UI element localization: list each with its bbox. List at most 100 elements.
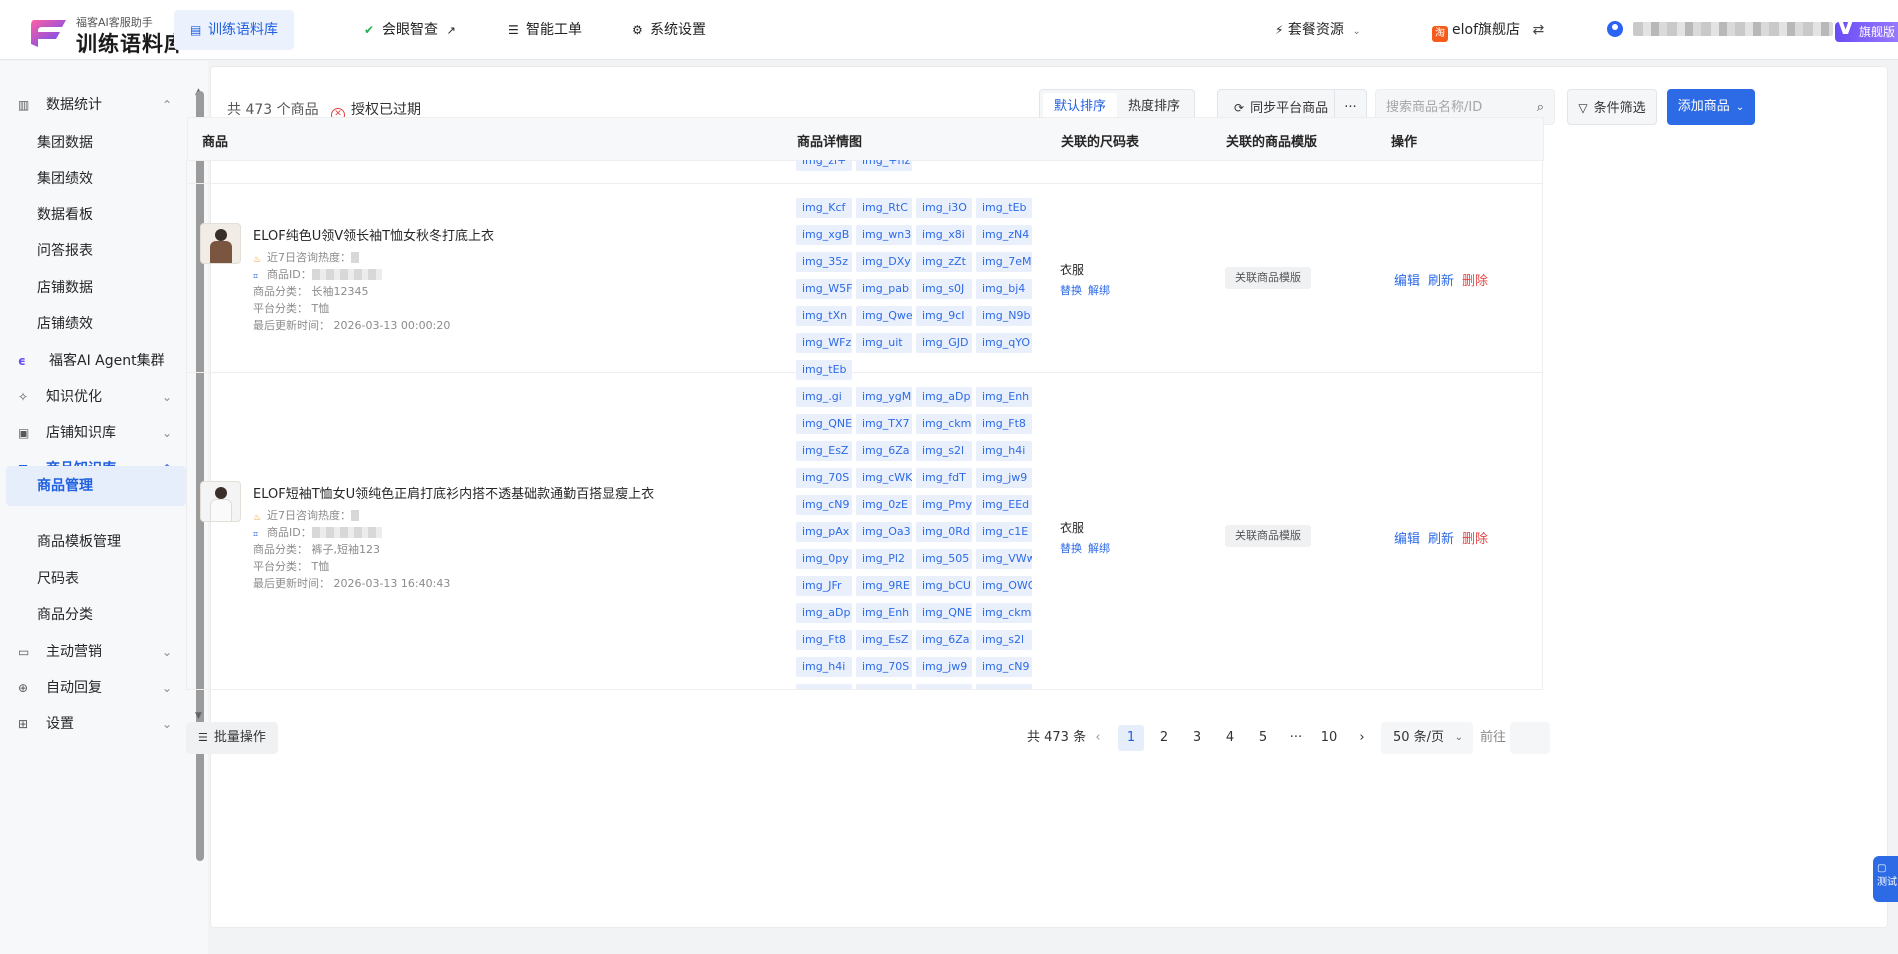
add-product-button[interactable]: 添加商品 ⌄ xyxy=(1667,89,1755,125)
image-tag[interactable]: img_ckm xyxy=(976,603,1032,623)
image-tag[interactable]: img_505 xyxy=(916,549,972,569)
sidebar-item-data-stats[interactable]: ▥ 数据统计 ⌃ xyxy=(0,85,186,125)
page-ellipsis[interactable]: ··· xyxy=(1283,725,1309,751)
image-tag[interactable]: img_qYO xyxy=(976,333,1032,353)
image-tag[interactable]: img_ygM xyxy=(856,387,912,407)
page-4[interactable]: 4 xyxy=(1217,725,1243,751)
page-3[interactable]: 3 xyxy=(1184,725,1210,751)
image-tag[interactable]: img_pAx xyxy=(796,522,852,542)
page-2[interactable]: 2 xyxy=(1151,725,1177,751)
image-tag[interactable]: img_70S xyxy=(856,657,912,677)
sidebar-item-size-chart[interactable]: 尺码表 xyxy=(0,559,186,599)
sidebar-item-group-perf[interactable]: 集团绩效 xyxy=(0,159,186,199)
image-tag[interactable]: img_cN9 xyxy=(976,657,1032,677)
sidebar-item-marketing[interactable]: ▭ 主动营销 ⌄ xyxy=(0,632,186,672)
image-tag[interactable]: img_zZt xyxy=(916,252,972,272)
image-tag[interactable]: img_cWK xyxy=(856,468,912,488)
page-10[interactable]: 10 xyxy=(1316,725,1342,751)
edit-link[interactable]: 编辑 xyxy=(1394,532,1420,547)
image-tag[interactable]: img_OWO xyxy=(976,576,1032,596)
product-title[interactable]: ELOF短袖T恤女U领纯色正肩打底衫内搭不透基础款通勤百搭显瘦上衣 xyxy=(253,483,654,502)
image-tag[interactable]: img_6Za xyxy=(856,441,912,461)
sidebar-item-template-manage[interactable]: 商品模板管理 xyxy=(0,522,186,562)
image-tag[interactable]: img_Ft8 xyxy=(976,414,1032,434)
sidebar-item-agent-cluster[interactable]: ϵ 福客AI Agent集群 xyxy=(0,341,186,381)
image-tag[interactable]: img_x8i xyxy=(916,225,972,245)
image-tag[interactable]: img_JFr xyxy=(976,684,1032,689)
sidebar-item-hidden[interactable]: ☷ xyxy=(0,61,186,75)
image-tag[interactable]: img_pab xyxy=(856,279,912,299)
image-tag[interactable]: img_9cI xyxy=(916,306,972,326)
resources-menu[interactable]: ⚡ 套餐资源 ⌄ xyxy=(1275,10,1361,50)
floating-test-tab[interactable]: ▢ 测试 xyxy=(1873,856,1898,902)
image-tag[interactable]: img_.gi xyxy=(796,387,852,407)
image-tag[interactable]: img_Ft8 xyxy=(796,630,852,650)
sidebar-item-store-perf[interactable]: 店铺绩效 xyxy=(0,304,186,344)
image-tag[interactable]: img_GJD xyxy=(916,333,972,353)
image-tag[interactable]: img_pAx xyxy=(796,684,852,689)
image-tag[interactable]: img_Oa3 xyxy=(856,522,912,542)
image-tag[interactable]: img_bCU xyxy=(916,576,972,596)
image-tag[interactable]: img_VWw xyxy=(976,549,1032,569)
image-tag[interactable]: img_xgB xyxy=(796,225,852,245)
tab-ticket[interactable]: ☰ 智能工单 xyxy=(492,10,598,50)
product-thumbnail[interactable] xyxy=(200,223,241,264)
image-tag[interactable]: img_jw9 xyxy=(976,468,1032,488)
replace-size-link[interactable]: 替换 xyxy=(1060,542,1082,555)
tab-settings[interactable]: ⚙ 系统设置 xyxy=(616,10,722,50)
image-tag[interactable]: img_EEd xyxy=(976,495,1032,515)
delete-link[interactable]: 删除 xyxy=(1462,274,1488,289)
image-tag[interactable]: img_i3O xyxy=(916,198,972,218)
image-tag[interactable]: img_Enh xyxy=(976,387,1032,407)
image-tag[interactable]: img_h4i xyxy=(796,657,852,677)
user-menu[interactable]: 旗舰版 xyxy=(1607,10,1898,50)
image-tag[interactable]: img_aDp xyxy=(916,387,972,407)
product-title[interactable]: ELOF纯色U领V领长袖T恤女秋冬打底上衣 xyxy=(253,225,494,244)
image-tag[interactable]: img_QNE xyxy=(796,414,852,434)
sidebar-item-knowledge-opt[interactable]: ✧ 知识优化 ⌄ xyxy=(0,377,186,417)
image-tag[interactable]: img_QNE xyxy=(916,603,972,623)
image-tag[interactable]: img_s2l xyxy=(976,630,1032,650)
image-tag[interactable]: img_ckm xyxy=(916,414,972,434)
image-tag[interactable]: img_h4i xyxy=(976,441,1032,461)
image-tag[interactable]: img_zl+ xyxy=(796,160,852,171)
image-tag[interactable]: img_EsZ xyxy=(796,441,852,461)
image-tag[interactable]: img_cN9 xyxy=(796,495,852,515)
image-tag[interactable]: img_JFr xyxy=(796,576,852,596)
replace-size-link[interactable]: 替换 xyxy=(1060,284,1082,297)
sidebar-item-qa-report[interactable]: 问答报表 xyxy=(0,231,186,271)
image-tag[interactable]: img_Pl2 xyxy=(916,684,972,689)
image-tag[interactable]: img_0Rd xyxy=(916,522,972,542)
image-tag[interactable]: img_9RE xyxy=(856,576,912,596)
edit-link[interactable]: 编辑 xyxy=(1394,274,1420,289)
image-tag[interactable]: img_Enh xyxy=(856,603,912,623)
image-tag[interactable]: img_WFz xyxy=(796,333,852,353)
sidebar-item-store-data[interactable]: 店铺数据 xyxy=(0,268,186,308)
image-tag[interactable]: img_35z xyxy=(796,252,852,272)
image-tag[interactable]: img_s2l xyxy=(916,441,972,461)
prev-page-button[interactable]: ‹ xyxy=(1085,725,1111,751)
goto-page-input[interactable] xyxy=(1510,722,1550,754)
image-tag[interactable]: img_Pl2 xyxy=(856,549,912,569)
product-thumbnail[interactable] xyxy=(200,481,241,522)
sidebar-item-auto-reply[interactable]: ⊕ 自动回复 ⌄ xyxy=(0,668,186,708)
filter-button[interactable]: ▽ 条件筛选 xyxy=(1567,89,1657,125)
delete-link[interactable]: 删除 xyxy=(1462,532,1488,547)
image-tag[interactable]: img_jw9 xyxy=(916,657,972,677)
image-tag[interactable]: img_c1E xyxy=(856,684,912,689)
refresh-link[interactable]: 刷新 xyxy=(1428,532,1454,547)
image-tag[interactable]: img_zN4 xyxy=(976,225,1032,245)
link-template-button[interactable]: 关联商品模版 xyxy=(1225,267,1311,289)
sidebar-item-group-data[interactable]: 集团数据 xyxy=(0,123,186,163)
image-tag[interactable]: img_Pmy xyxy=(916,495,972,515)
image-tag[interactable]: img_uit xyxy=(856,333,912,353)
image-tag[interactable]: img_Qwe xyxy=(856,306,912,326)
brand[interactable]: 福客AI客服助手 训练语料库 xyxy=(28,12,188,56)
scroll-down-arrow-icon[interactable]: ▼ xyxy=(195,711,202,721)
image-tag[interactable]: img_DXy xyxy=(856,252,912,272)
image-tag[interactable]: img_c1E xyxy=(976,522,1032,542)
link-template-button[interactable]: 关联商品模版 xyxy=(1225,525,1311,547)
tab-inspect[interactable]: ✔ 会眼智查 ↗ xyxy=(348,10,472,50)
image-tag[interactable]: img_6Za xyxy=(916,630,972,650)
shop-switcher[interactable]: 淘 elof旗舰店 ⇄ xyxy=(1432,10,1544,50)
